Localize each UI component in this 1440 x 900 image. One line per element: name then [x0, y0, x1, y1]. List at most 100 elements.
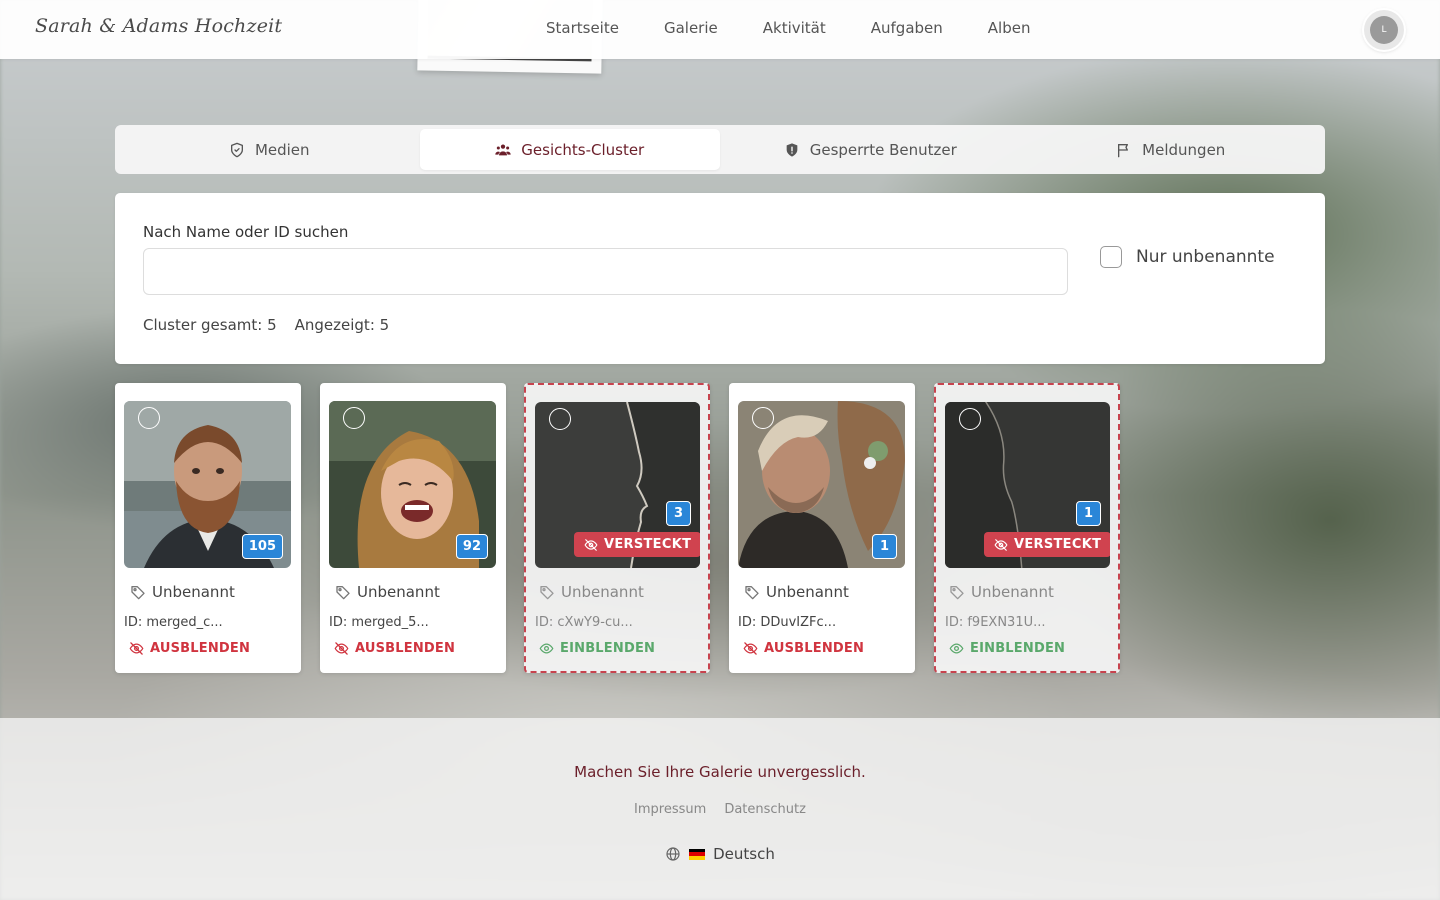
cluster-name-label: Unbenannt [971, 583, 1054, 601]
cluster-id: ID: DDuvIZFc... [738, 615, 837, 630]
photo-count-badge: 92 [455, 534, 488, 559]
tab-gesperrte-benutzer[interactable]: Gesperrte Benutzer [720, 129, 1021, 170]
eye-off-icon [743, 642, 758, 655]
select-circle[interactable] [343, 407, 365, 429]
tag-icon [950, 586, 964, 600]
face-thumbnail[interactable]: 1 VERSTECKT [945, 402, 1110, 568]
cluster-card[interactable]: 1 Unbenannt ID: DDuvIZFc... AUSBLENDEN [729, 383, 915, 673]
hide-button-label: AUSBLENDEN [150, 641, 251, 656]
hide-button-label: AUSBLENDEN [355, 641, 456, 656]
tab-meldungen[interactable]: Meldungen [1021, 129, 1322, 170]
cluster-stats: Cluster gesamt: 5 Angezeigt: 5 [143, 316, 389, 334]
cluster-id: ID: cXwY9-cu... [535, 615, 633, 630]
main-nav: Startseite Galerie Aktivität Aufgaben Al… [546, 19, 1030, 37]
cluster-name-label: Unbenannt [766, 583, 849, 601]
cluster-id: ID: merged_5... [329, 615, 429, 630]
nav-alben[interactable]: Alben [988, 19, 1031, 37]
eye-icon [949, 643, 964, 654]
flag-icon [1118, 143, 1129, 157]
cluster-name[interactable]: Unbenannt [130, 583, 235, 601]
cluster-card-hidden[interactable]: 3 VERSTECKT Unbenannt ID: cXwY9-cu... EI… [524, 383, 710, 673]
impressum-link[interactable]: Impressum [634, 802, 706, 817]
select-circle[interactable] [752, 407, 774, 429]
hidden-status-label: VERSTECKT [604, 537, 692, 552]
language-selector[interactable]: Deutsch [0, 845, 1440, 863]
select-circle[interactable] [959, 408, 981, 430]
stat-total: Cluster gesamt: 5 [143, 316, 277, 334]
cluster-id: ID: merged_c... [124, 615, 223, 630]
tab-label: Medien [254, 140, 310, 159]
nav-startseite[interactable]: Startseite [546, 19, 619, 37]
footer-tagline: Machen Sie Ihre Galerie unvergesslich. [574, 763, 866, 781]
hidden-status-badge: VERSTECKT [984, 532, 1110, 557]
unnamed-filter[interactable]: Nur unbenannte [1100, 246, 1275, 268]
tab-gesichts-cluster[interactable]: Gesichts-Cluster [419, 129, 720, 170]
tab-label: Gesichts-Cluster [521, 140, 645, 159]
eye-off-icon [584, 538, 598, 551]
tab-label: Meldungen [1142, 140, 1226, 159]
tab-label: Gesperrte Benutzer [809, 140, 957, 159]
hide-button-label: AUSBLENDEN [764, 641, 865, 656]
hidden-status-label: VERSTECKT [1014, 537, 1102, 552]
cluster-card[interactable]: 105 Unbenannt ID: merged_c... AUSBLENDEN [115, 383, 301, 673]
select-circle[interactable] [549, 408, 571, 430]
nav-aktivitaet[interactable]: Aktivität [763, 19, 826, 37]
shield-icon [786, 142, 798, 157]
face-thumbnail[interactable]: 105 [124, 401, 291, 568]
cluster-name-label: Unbenannt [357, 583, 440, 601]
eye-off-icon [129, 642, 144, 655]
cluster-name[interactable]: Unbenannt [335, 583, 440, 601]
users-icon [495, 144, 511, 155]
user-avatar[interactable]: L [1364, 10, 1404, 50]
eye-off-icon [334, 642, 349, 655]
cluster-name[interactable]: Unbenannt [539, 583, 644, 601]
search-input[interactable] [143, 248, 1068, 295]
shield-check-icon [230, 142, 243, 157]
tag-icon [540, 586, 554, 600]
photo-count-badge: 1 [1076, 501, 1101, 526]
hide-button[interactable]: AUSBLENDEN [743, 641, 864, 656]
cluster-name-label: Unbenannt [152, 583, 235, 601]
face-thumbnail[interactable]: 3 VERSTECKT [535, 402, 700, 568]
select-circle[interactable] [138, 407, 160, 429]
unnamed-checkbox-label[interactable]: Nur unbenannte [1136, 247, 1275, 267]
show-button-label: EINBLENDEN [560, 641, 656, 656]
datenschutz-link[interactable]: Datenschutz [724, 802, 806, 817]
cluster-name[interactable]: Unbenannt [744, 583, 849, 601]
search-panel: Nach Name oder ID suchen Nur unbenannte … [115, 193, 1325, 364]
footer-links: Impressum Datenschutz [0, 802, 1440, 817]
photo-count-badge: 105 [241, 534, 283, 559]
photo-count-badge: 1 [872, 534, 897, 559]
show-button-label: EINBLENDEN [970, 641, 1066, 656]
show-button[interactable]: EINBLENDEN [949, 641, 1065, 656]
hide-button[interactable]: AUSBLENDEN [334, 641, 455, 656]
cluster-card-hidden[interactable]: 1 VERSTECKT Unbenannt ID: f9EXN31U... EI… [934, 383, 1120, 673]
stat-shown: Angezeigt: 5 [294, 316, 390, 334]
tag-icon [745, 586, 759, 600]
german-flag-icon [689, 848, 706, 860]
language-label: Deutsch [713, 845, 775, 863]
avatar-initial: L [1370, 16, 1398, 44]
admin-tabs: Medien Gesichts-Cluster Gesperrte Benutz… [115, 125, 1325, 174]
globe-icon [666, 847, 680, 861]
eye-icon [539, 643, 554, 654]
brand-title[interactable]: Sarah & Adams Hochzeit [35, 15, 282, 37]
tag-icon [336, 586, 350, 600]
tab-medien[interactable]: Medien [119, 129, 420, 170]
unnamed-checkbox[interactable] [1100, 246, 1122, 268]
search-label: Nach Name oder ID suchen [143, 223, 349, 241]
nav-aufgaben[interactable]: Aufgaben [871, 19, 943, 37]
face-thumbnail[interactable]: 92 [329, 401, 496, 568]
photo-count-badge: 3 [666, 501, 691, 526]
cluster-id: ID: f9EXN31U... [945, 615, 1046, 630]
nav-galerie[interactable]: Galerie [664, 19, 718, 37]
cluster-name-label: Unbenannt [561, 583, 644, 601]
tag-icon [131, 586, 145, 600]
cluster-name[interactable]: Unbenannt [949, 583, 1054, 601]
eye-off-icon [994, 538, 1008, 551]
face-thumbnail[interactable]: 1 [738, 401, 905, 568]
hidden-status-badge: VERSTECKT [574, 532, 700, 557]
show-button[interactable]: EINBLENDEN [539, 641, 655, 656]
hide-button[interactable]: AUSBLENDEN [129, 641, 250, 656]
cluster-card[interactable]: 92 Unbenannt ID: merged_5... AUSBLENDEN [320, 383, 506, 673]
